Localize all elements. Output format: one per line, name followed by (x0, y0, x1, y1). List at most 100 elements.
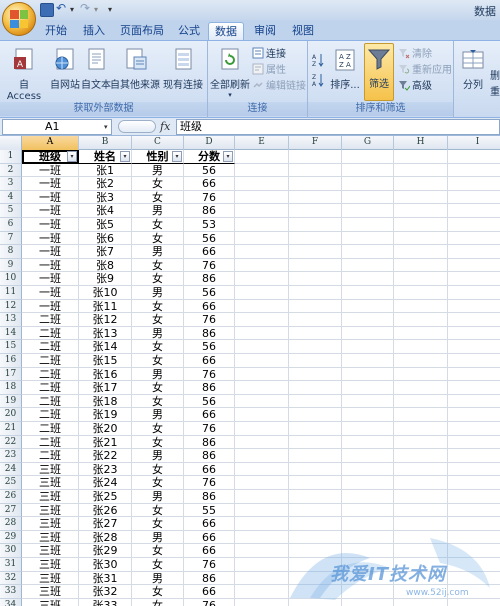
empty-cell[interactable] (448, 191, 500, 205)
empty-cell[interactable] (235, 354, 289, 368)
table-cell[interactable]: 三班 (22, 571, 79, 586)
table-cell[interactable]: 张18 (79, 394, 132, 409)
empty-cell[interactable] (448, 517, 500, 531)
table-cell[interactable]: 女 (132, 394, 184, 409)
empty-cell[interactable] (289, 354, 342, 368)
empty-cell[interactable] (235, 204, 289, 218)
table-cell[interactable]: 女 (132, 598, 184, 606)
row-header[interactable]: 7 (0, 231, 22, 246)
empty-cell[interactable] (235, 490, 289, 504)
table-cell[interactable]: 53 (184, 218, 235, 232)
sort-ascending-button[interactable]: AZ (312, 51, 324, 68)
table-cell[interactable]: 张6 (79, 231, 132, 246)
empty-cell[interactable] (448, 245, 500, 259)
table-cell[interactable]: 女 (132, 462, 184, 477)
table-cell[interactable]: 张17 (79, 381, 132, 395)
empty-cell[interactable] (342, 231, 394, 246)
empty-cell[interactable] (342, 462, 394, 477)
empty-cell[interactable] (448, 177, 500, 191)
table-cell[interactable]: 66 (184, 530, 235, 545)
table-cell[interactable]: 76 (184, 190, 235, 205)
row-header[interactable]: 23 (0, 449, 22, 463)
table-cell[interactable]: 一班 (22, 163, 79, 178)
empty-cell[interactable] (289, 394, 342, 409)
empty-cell[interactable] (342, 408, 394, 422)
empty-cell[interactable] (394, 177, 448, 191)
table-cell[interactable]: 86 (184, 381, 235, 395)
empty-cell[interactable] (394, 394, 448, 409)
row-header[interactable]: 2 (0, 163, 22, 178)
empty-cell[interactable] (342, 571, 394, 586)
table-cell[interactable]: 张31 (79, 571, 132, 586)
empty-cell[interactable] (394, 163, 448, 178)
row-header[interactable]: 33 (0, 585, 22, 599)
empty-cell[interactable] (289, 598, 342, 606)
empty-cell[interactable] (289, 204, 342, 218)
empty-cell[interactable] (289, 462, 342, 477)
table-cell[interactable]: 86 (184, 204, 235, 218)
empty-cell[interactable] (289, 245, 342, 259)
table-cell[interactable]: 张3 (79, 190, 132, 205)
empty-cell[interactable] (235, 449, 289, 463)
empty-cell[interactable] (342, 381, 394, 395)
table-cell[interactable]: 女 (132, 354, 184, 368)
table-cell[interactable]: 男 (132, 490, 184, 504)
empty-cell[interactable] (235, 150, 289, 164)
empty-cell[interactable] (342, 490, 394, 504)
table-cell[interactable]: 张25 (79, 490, 132, 504)
table-cell[interactable]: 男 (132, 571, 184, 586)
tab-home[interactable]: 开始 (40, 22, 72, 40)
row-header[interactable]: 18 (0, 381, 22, 395)
table-cell[interactable]: 86 (184, 571, 235, 586)
edit-links-button[interactable]: 编辑链接 (252, 77, 306, 92)
empty-cell[interactable] (342, 272, 394, 286)
table-cell[interactable]: 女 (132, 258, 184, 273)
office-button[interactable] (2, 2, 36, 36)
row-header[interactable]: 25 (0, 476, 22, 490)
empty-cell[interactable] (394, 231, 448, 246)
table-cell[interactable]: 张27 (79, 517, 132, 531)
empty-cell[interactable] (448, 313, 500, 327)
empty-cell[interactable] (394, 354, 448, 368)
table-cell[interactable]: 张29 (79, 544, 132, 558)
empty-cell[interactable] (342, 422, 394, 436)
column-header-d[interactable]: D (184, 136, 235, 150)
table-cell[interactable]: 张20 (79, 422, 132, 436)
empty-cell[interactable] (394, 449, 448, 463)
empty-cell[interactable] (448, 395, 500, 409)
empty-cell[interactable] (394, 272, 448, 286)
empty-cell[interactable] (394, 503, 448, 518)
table-cell[interactable]: 张21 (79, 435, 132, 450)
table-cell[interactable]: 86 (184, 490, 235, 504)
empty-cell[interactable] (448, 340, 500, 354)
table-cell[interactable]: 张32 (79, 585, 132, 599)
table-cell[interactable]: 76 (184, 422, 235, 436)
table-cell[interactable]: 张24 (79, 476, 132, 490)
empty-cell[interactable] (448, 422, 500, 436)
empty-cell[interactable] (289, 258, 342, 273)
empty-cell[interactable] (342, 530, 394, 545)
table-cell[interactable]: 76 (184, 367, 235, 382)
empty-cell[interactable] (448, 218, 500, 232)
table-cell[interactable]: 张28 (79, 530, 132, 545)
empty-cell[interactable] (289, 585, 342, 599)
empty-cell[interactable] (289, 326, 342, 341)
table-cell[interactable]: 56 (184, 394, 235, 409)
empty-cell[interactable] (448, 585, 500, 599)
empty-cell[interactable] (394, 490, 448, 504)
table-cell[interactable]: 三班 (22, 585, 79, 599)
table-cell[interactable]: 女 (132, 218, 184, 232)
table-cell[interactable]: 66 (184, 177, 235, 191)
column-header-f[interactable]: F (289, 136, 342, 150)
table-cell[interactable]: 张30 (79, 558, 132, 572)
empty-cell[interactable] (448, 204, 500, 218)
empty-cell[interactable] (448, 436, 500, 450)
table-cell[interactable]: 女 (132, 313, 184, 327)
column-header-b[interactable]: B (79, 136, 132, 150)
table-cell[interactable]: 女 (132, 585, 184, 599)
empty-cell[interactable] (394, 544, 448, 558)
table-cell[interactable]: 三班 (22, 462, 79, 477)
table-cell[interactable]: 76 (184, 598, 235, 606)
empty-cell[interactable] (342, 354, 394, 368)
table-cell[interactable]: 一班 (22, 218, 79, 232)
